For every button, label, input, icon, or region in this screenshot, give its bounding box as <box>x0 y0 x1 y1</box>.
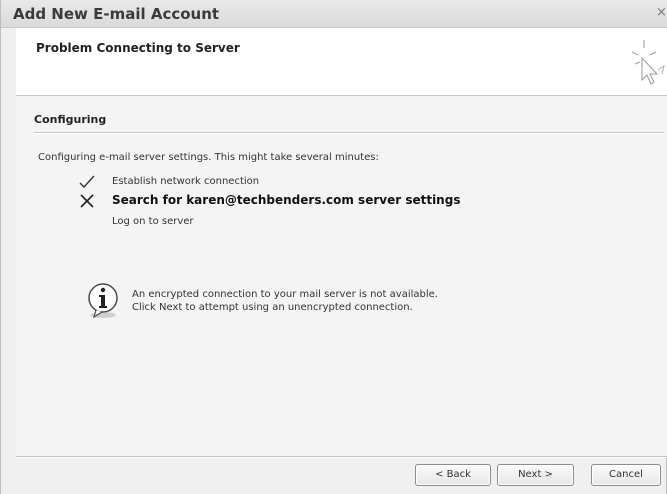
wizard-header: Problem Connecting to Server <box>16 28 667 96</box>
window-title: Add New E-mail Account <box>13 5 220 23</box>
step-label: Log on to server <box>112 216 194 227</box>
title-bar[interactable]: Add New E-mail Account × <box>1 0 667 28</box>
content-area: Configuring Configuring e-mail server se… <box>16 96 667 456</box>
section-title: Configuring <box>34 113 107 126</box>
dialog-window: Add New E-mail Account × Problem Connect… <box>0 0 667 494</box>
footer-divider <box>16 456 667 458</box>
checkmark-icon <box>79 175 95 189</box>
step-label: Establish network connection <box>112 176 260 187</box>
x-mark-icon <box>80 194 94 208</box>
close-icon[interactable]: × <box>656 6 666 20</box>
page-title: Problem Connecting to Server <box>36 41 240 55</box>
next-button[interactable]: Next > <box>497 464 574 486</box>
info-line-1: An encrypted connection to your mail ser… <box>132 289 438 300</box>
step-label: Search for karen@techbenders.com server … <box>112 193 461 207</box>
info-icon <box>88 283 118 319</box>
back-button[interactable]: < Back <box>415 464 491 486</box>
info-line-2: Click Next to attempt using an unencrypt… <box>132 302 413 313</box>
info-text: An encrypted connection to your mail ser… <box>132 288 438 314</box>
section-divider <box>34 132 664 134</box>
wizard-pointer-icon <box>631 40 665 85</box>
cancel-button[interactable]: Cancel <box>591 464 661 486</box>
info-message: An encrypted connection to your mail ser… <box>84 281 624 327</box>
intro-text: Configuring e-mail server settings. This… <box>38 152 379 163</box>
